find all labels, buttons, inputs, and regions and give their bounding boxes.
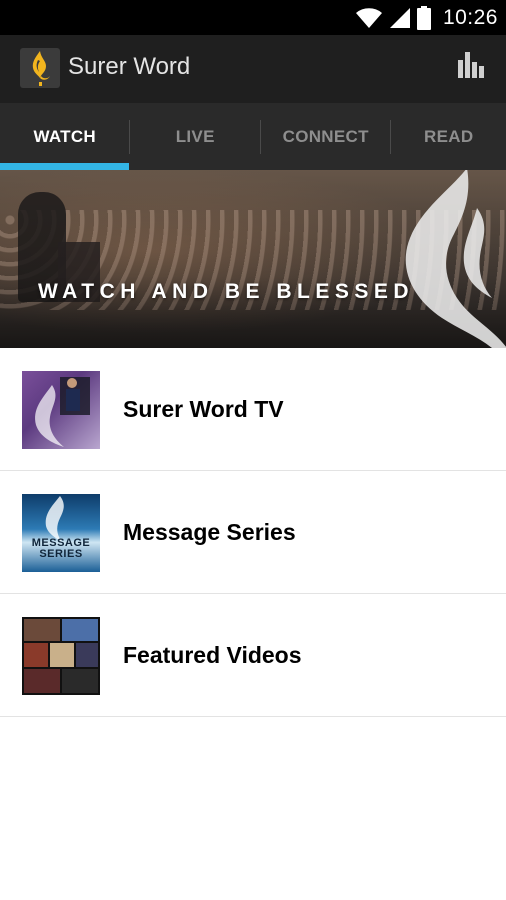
- banner-tagline: WATCH AND BE BLESSED: [38, 280, 415, 303]
- watch-banner: WATCH AND BE BLESSED: [0, 170, 506, 348]
- list-item-message-series[interactable]: MESSAGE SERIES Message Series: [0, 471, 506, 594]
- featured-videos-thumbnail: [22, 617, 100, 695]
- tab-watch[interactable]: WATCH: [0, 103, 130, 170]
- status-icons: 10:26: [355, 0, 498, 35]
- message-series-thumbnail-text: MESSAGE SERIES: [31, 537, 91, 560]
- message-series-thumbnail: MESSAGE SERIES: [22, 494, 100, 572]
- flame-logo-icon[interactable]: [20, 48, 60, 88]
- list-item-label: Surer Word TV: [123, 396, 284, 422]
- list-item-label: Featured Videos: [123, 642, 302, 668]
- status-bar: 10:26: [0, 0, 506, 35]
- battery-icon: [416, 5, 431, 30]
- status-time: 10:26: [442, 5, 498, 29]
- bar-chart-icon: [456, 50, 486, 85]
- bar-chart-button[interactable]: [454, 50, 488, 85]
- list-item-surer-word-tv[interactable]: Surer Word TV: [0, 348, 506, 471]
- flame-watermark-icon: [382, 170, 506, 348]
- app-bar: Surer Word: [0, 35, 506, 103]
- tab-connect[interactable]: CONNECT: [261, 103, 390, 170]
- list-item-label: Message Series: [123, 519, 296, 545]
- app-title: Surer Word: [68, 53, 191, 80]
- wifi-icon: [355, 7, 383, 29]
- signal-icon: [389, 7, 411, 29]
- tab-live[interactable]: LIVE: [130, 103, 259, 170]
- watch-list: Surer Word TV MESSAGE SERIES Message Ser…: [0, 348, 506, 717]
- list-item-featured-videos[interactable]: Featured Videos: [0, 594, 506, 717]
- tab-bar: WATCH LIVE CONNECT READ: [0, 103, 506, 170]
- tab-read[interactable]: READ: [391, 103, 506, 170]
- surer-word-tv-thumbnail: [22, 371, 100, 449]
